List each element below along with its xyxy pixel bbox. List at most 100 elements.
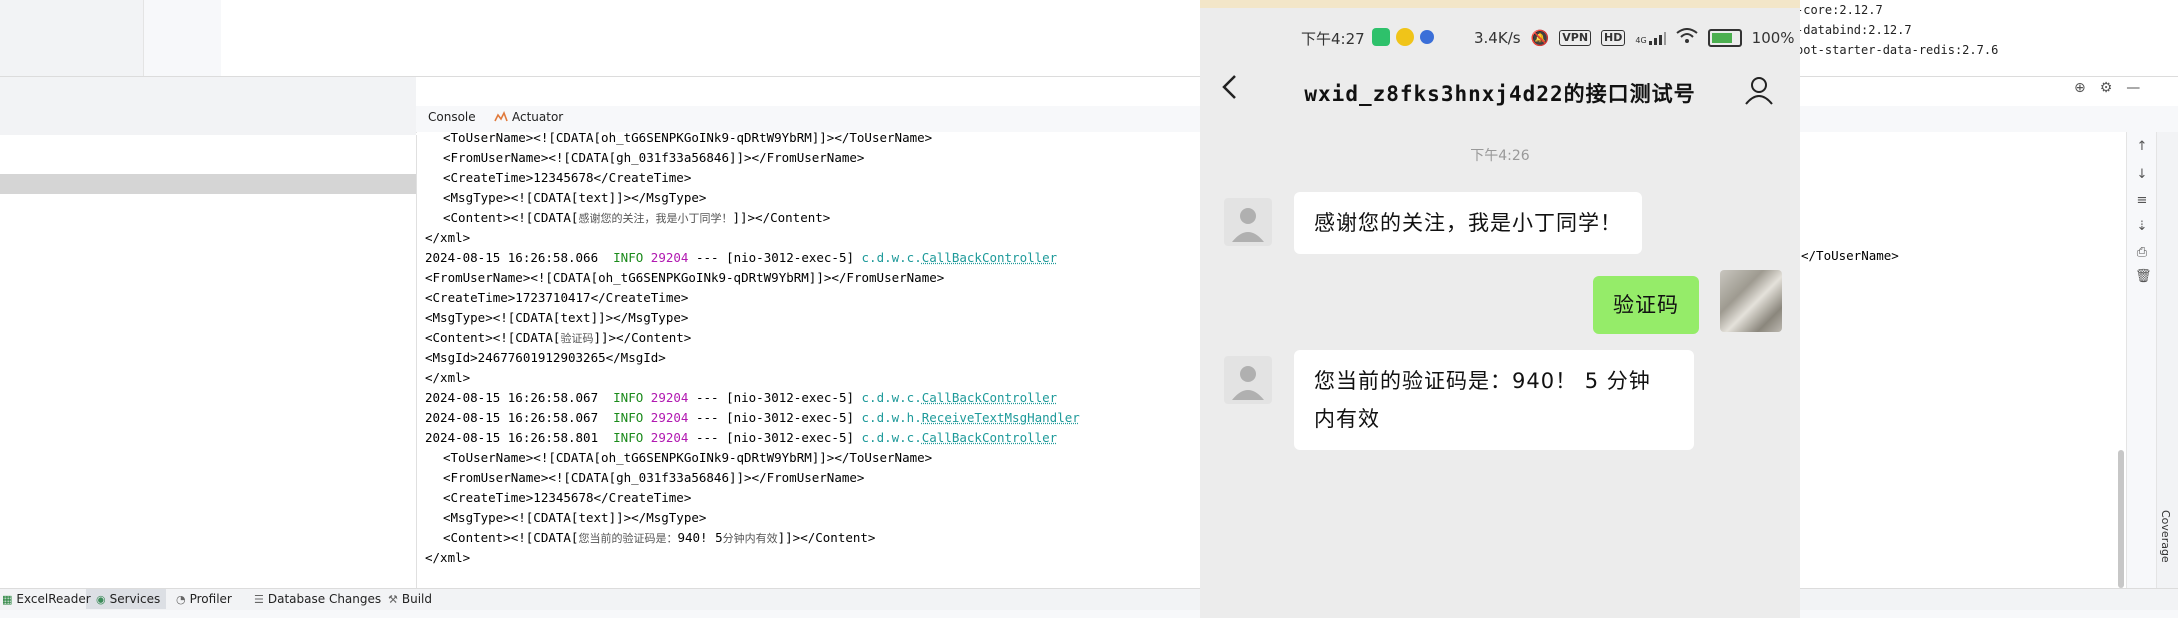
scroll-to-end-icon[interactable]: ⇣ [2135, 220, 2149, 234]
console-output[interactable]: <ToUserName><![CDATA[oh_tG6SENPKGoINk9-q… [417, 132, 1201, 588]
status-bar [0, 610, 2178, 618]
wechat-notification-icon [1372, 28, 1390, 46]
hd-badge: HD [1601, 30, 1626, 46]
message-text-line: 内有效 [1314, 407, 1380, 431]
battery-icon [1707, 29, 1742, 47]
database-icon: ☰ [254, 592, 264, 606]
tool-button-profiler[interactable]: ◔ Profiler [176, 592, 232, 606]
console-text: ]]></Content> [732, 210, 831, 225]
console-text: <MsgType><![CDATA[text]]></MsgType> [443, 190, 707, 205]
console-text: 29204 [650, 390, 689, 405]
message-bubble[interactable]: 感谢您的关注，我是小丁同学！ [1294, 192, 1642, 254]
console-text: 2024-08-15 16:26:58.066 [425, 250, 614, 265]
tool-button-services[interactable]: ◉ Services [96, 592, 160, 606]
tool-button-build[interactable]: ⚒ Build [388, 592, 432, 606]
class-link[interactable]: CallBackController [922, 390, 1057, 405]
console-text: c.d.w.h. [861, 410, 922, 425]
phone-status-bar: 下午4:27 3.4K/s 🔕 VPN HD 4G 100% [1200, 22, 1800, 58]
console-text: <FromUserName><![CDATA[gh_031f33a56846]]… [443, 150, 865, 165]
console-line: <FromUserName><![CDATA[oh_tG6SENPKGoINk9… [425, 268, 944, 288]
console-text: <ToUserName><![CDATA[oh_tG6SENPKGoINk9-q… [443, 132, 933, 145]
dependency-item[interactable]: -core:2.12.7 [1796, 0, 1998, 20]
console-line: <Content><![CDATA[验证码]]></Content> [425, 328, 691, 349]
wifi-icon [1676, 28, 1698, 48]
console-line-fragment: </ToUserName> [1801, 248, 1899, 263]
console-text: <CreateTime>12345678</CreateTime> [443, 490, 692, 505]
avatar[interactable] [1224, 356, 1272, 404]
message-bubble[interactable]: 您当前的验证码是：940！ 5 分钟 内有效 [1294, 350, 1694, 450]
profile-icon[interactable] [1743, 74, 1775, 106]
tool-button-label: Services [109, 592, 161, 606]
tool-button-excelreader[interactable]: ▦ ExcelReader [2, 592, 91, 606]
tab-actuator[interactable]: Actuator [494, 110, 563, 124]
tool-button-label: ExcelReader [16, 592, 91, 606]
vpn-badge: VPN [1559, 30, 1592, 46]
chat-title: wxid_z8fks3hnxj4d22的接口测试号 [1304, 82, 1696, 106]
tab-console[interactable]: Console [428, 110, 476, 124]
console-text: <Content><![CDATA[ [443, 210, 579, 225]
arrow-up-icon[interactable]: ↑ [2135, 140, 2149, 154]
coverage-tool-button[interactable]: Coverage [2159, 510, 2172, 563]
console-text: <FromUserName><![CDATA[gh_031f33a56846]]… [443, 470, 865, 485]
gear-icon[interactable]: ⚙ [2100, 80, 2113, 96]
console-text: 2024-08-15 16:26:58.067 [425, 390, 614, 405]
minimize-icon[interactable]: — [2126, 80, 2140, 96]
trash-icon[interactable]: 🗑 [2135, 270, 2152, 284]
console-text: INFO [613, 250, 644, 265]
mute-icon: 🔕 [1530, 29, 1550, 47]
notification-icons [1372, 28, 1434, 46]
message-timestamp: 下午4:26 [1470, 148, 1530, 164]
console-text: <MsgType><![CDATA[text]]></MsgType> [443, 510, 707, 525]
battery-level: 100% [1751, 29, 1795, 47]
console-line: 2024-08-15 16:26:58.067 INFO 29204 --- [… [425, 388, 1057, 408]
target-icon[interactable]: ⊕ [2074, 80, 2086, 96]
dependency-item[interactable]: -databind:2.12.7 [1796, 20, 1998, 40]
console-text: --- [nio-3012-exec-5] [688, 390, 862, 405]
dependency-item[interactable]: oot-starter-data-redis:2.7.6 [1796, 40, 1998, 60]
console-text: <MsgId>24677601912903265</MsgId> [425, 350, 666, 365]
phone-top-strip [1200, 0, 1800, 8]
avatar[interactable] [1224, 198, 1272, 246]
class-link[interactable]: CallBackController [922, 430, 1057, 445]
class-link[interactable]: CallBackController [922, 250, 1057, 265]
chat-bottom-area [1200, 560, 1800, 618]
network-speed: 3.4K/s [1474, 29, 1521, 47]
phone-screen: 下午4:27 3.4K/s 🔕 VPN HD 4G 100% wxid_z8fk… [1200, 0, 1800, 618]
console-output-right [1800, 132, 2130, 588]
console-text: 感谢您的关注，我是小丁同学！ [578, 212, 733, 225]
console-line: <Content><![CDATA[您当前的验证码是：940! 5分钟内有效]]… [425, 528, 875, 549]
console-text: --- [nio-3012-exec-5] [688, 430, 862, 445]
tool-button-database-changes[interactable]: ☰ Database Changes [254, 592, 381, 606]
console-line: <CreateTime>12345678</CreateTime> [425, 488, 691, 508]
excel-icon: ▦ [2, 592, 13, 606]
avatar[interactable] [1720, 270, 1782, 332]
console-line: </xml> [425, 548, 470, 568]
console-text: 分钟内有效 [722, 532, 778, 545]
console-text: c.d.w.c. [861, 430, 922, 445]
console-line: 2024-08-15 16:26:58.067 INFO 29204 --- [… [425, 408, 1080, 428]
console-text: INFO [613, 410, 644, 425]
console-text: 29204 [650, 430, 689, 445]
console-line: <FromUserName><![CDATA[gh_031f33a56846]]… [425, 148, 864, 168]
console-line: 2024-08-15 16:26:58.066 INFO 29204 --- [… [425, 248, 1057, 268]
message-bubble[interactable]: 验证码 [1593, 276, 1699, 334]
print-icon[interactable]: ⎙ [2135, 246, 2149, 260]
console-text: <CreateTime>12345678</CreateTime> [443, 170, 692, 185]
console-text: </xml> [425, 370, 471, 385]
console-text: 29204 [650, 250, 689, 265]
class-link[interactable]: ReceiveTextMsgHandler [922, 410, 1080, 425]
services-tree[interactable] [0, 135, 417, 588]
user-icon [1232, 366, 1264, 400]
tab-actuator-label: Actuator [512, 110, 564, 124]
actuator-icon [494, 111, 508, 122]
console-line: <MsgType><![CDATA[text]]></MsgType> [425, 188, 706, 208]
dependency-list: -core:2.12.7 -databind:2.12.7 oot-starte… [1796, 0, 1998, 60]
user-icon [1232, 208, 1264, 242]
soft-wrap-icon[interactable]: ≡ [2135, 194, 2149, 208]
arrow-down-icon[interactable]: ↓ [2135, 168, 2149, 182]
services-tree-selected-row[interactable] [0, 174, 416, 194]
console-scrollbar[interactable] [2118, 450, 2124, 588]
